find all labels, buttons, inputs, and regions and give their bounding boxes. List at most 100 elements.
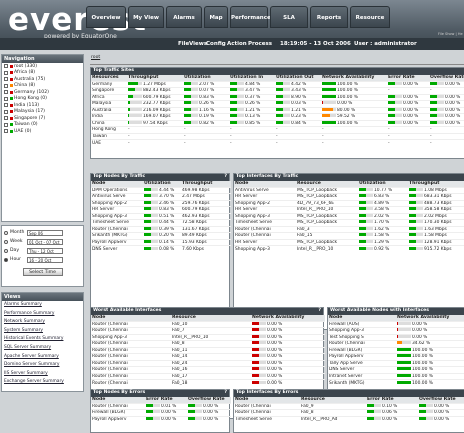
table-row[interactable]: Shopping App-3 Intel_R__PRO_10 0.92 % 915.7… (234, 245, 464, 252)
view-link[interactable]: Domino Server Summary (2, 361, 83, 370)
level-bar (388, 120, 402, 124)
menu-views[interactable]: Views (189, 41, 207, 47)
table-row[interactable]: India 169.07 Kbps 0.19 % 0.13 % 0.23 % 59.52 … (91, 113, 464, 120)
cell-value: Router (Chennai (92, 403, 128, 409)
view-link[interactable]: Alarms Summary (2, 301, 83, 310)
table-row[interactable]: China 97.54 Kbps 0.82 % 0.85 % 0.84 % 100.00 … (91, 119, 464, 127)
cell-value: 0.00 % (203, 403, 219, 409)
cell-value: Router (Chennai (92, 354, 128, 360)
view-link[interactable]: System Summary (2, 327, 83, 336)
help-icon[interactable]: ? (224, 174, 227, 181)
top-nodes-by-traffic-title: Top Nodes By Traffic (93, 174, 146, 179)
level-bar (276, 88, 290, 92)
view-link[interactable]: Performance Summary (2, 310, 83, 319)
view-link[interactable]: Apache Server Summary (2, 353, 83, 362)
select-time-button[interactable]: Select Time (22, 268, 63, 276)
cell-value: Router (Chennai (92, 380, 128, 386)
cell-value: 0.00 % (412, 334, 428, 340)
cell-value: Timesheet Serve (92, 220, 129, 226)
tab-overview[interactable]: Overview (86, 6, 126, 28)
cell-value: 216.09 Kbps (143, 107, 171, 113)
radio-button[interactable] (4, 257, 8, 262)
cell-value: 3.70 % (159, 194, 175, 200)
tab-resource[interactable]: Resource (350, 6, 390, 28)
help-icon[interactable]: ? (318, 308, 321, 315)
level-bar (276, 81, 290, 85)
checkbox-icon[interactable] (4, 122, 8, 127)
checkbox-icon[interactable] (4, 129, 8, 134)
tab-performance[interactable]: Performance (230, 6, 271, 28)
checkbox-icon[interactable] (4, 77, 8, 82)
cell-value: - (322, 133, 324, 139)
cell-value: MS_TCP_Loopback (297, 187, 338, 193)
view-link[interactable]: Exchange Server Summary (2, 378, 83, 387)
menu-process[interactable]: Process (248, 41, 272, 47)
table-row[interactable]: Firewall (BLGR) 0.00 % 0.00 % (91, 409, 231, 416)
checkbox-icon[interactable] (4, 103, 8, 108)
tab-sla[interactable]: SLA (270, 6, 308, 28)
cell-value: 0.00 % (403, 107, 419, 113)
table-row[interactable]: Germany 1.27 Mbps 2.07 % 4.84 % 4.42 % 100.00… (91, 80, 464, 88)
menu-config[interactable]: Config (206, 41, 226, 47)
menu-action[interactable]: Action (227, 41, 247, 47)
view-link[interactable]: Historical Events Summary (2, 335, 83, 344)
table-row[interactable]: Africa 600.79 Kbps 0.83 % 0.37 % 8.90 % 100.0… (91, 93, 464, 101)
tab-my-view[interactable]: My View (128, 6, 164, 28)
cell-value: Router (Chennai (92, 341, 128, 347)
level-bar (409, 220, 423, 224)
tab-reports[interactable]: Reports (310, 6, 348, 28)
level-bar (322, 101, 336, 105)
radio-button[interactable] (4, 230, 8, 235)
nav-item[interactable]: UAE (0) (2, 128, 83, 135)
checkbox-icon[interactable] (4, 116, 8, 121)
cell-value: Router (Chennai (235, 403, 271, 409)
level-bar (409, 213, 423, 217)
nav-item-label: Australia (75) (14, 76, 46, 82)
checkbox-icon[interactable] (4, 83, 8, 88)
radio-button[interactable] (4, 248, 8, 253)
checkbox-icon[interactable] (4, 70, 8, 75)
menu-file[interactable]: File (178, 41, 189, 47)
time-select[interactable]: Thu - 12 Oct (27, 247, 63, 254)
table-row[interactable]: Srikanth (MKTG) 100.00 % (328, 379, 464, 386)
time-select[interactable]: Sep 06 (27, 229, 63, 236)
table-row[interactable]: Australia 216.09 Kbps 1.16 % 1.21 % 1.21 % 80… (91, 106, 464, 114)
help-icon[interactable]: ? (224, 390, 227, 397)
table-row[interactable]: Malaysia 232.77 Kbps 0.26 % 0.26 % 0.03 % 0.0… (91, 100, 464, 107)
cell-value: India (92, 114, 103, 120)
checkbox-icon[interactable] (4, 96, 8, 101)
table-row[interactable]: DNS Server 0.08 % 7.60 Kbps (91, 245, 231, 252)
table-row[interactable]: Payroll AppServ 0.00 % 0.00 % (91, 415, 231, 423)
table-row[interactable]: Timesheet Serve Intel_R__PRO_Ad 0.00 % 0.00… (234, 415, 464, 423)
cell-value: 4.42 % (291, 81, 307, 87)
breadcrumb-root[interactable]: root (91, 55, 100, 60)
clock: 18:19:05 - 13 Oct 2006 (280, 41, 351, 47)
time-select[interactable]: 01 Oct - 07 Oct (27, 238, 63, 245)
nav-item-label: China (8) (14, 83, 36, 89)
display-options[interactable]: File Show | He (438, 32, 463, 36)
table-row[interactable]: Router (Chennai Fa0_18 0.00 % (91, 379, 325, 386)
cell-value: 131.67 Kbps (182, 226, 210, 232)
cell-value: - (230, 127, 232, 133)
view-link[interactable]: SQL Server Summary (2, 344, 83, 353)
time-select[interactable]: 16 - 20 Oct (27, 256, 63, 263)
cell-value: 0.00 % (445, 120, 461, 126)
level-bar (276, 107, 290, 111)
table-cell: 0.00 % (187, 415, 231, 423)
level-bar (388, 114, 402, 118)
checkbox-icon[interactable] (4, 90, 8, 95)
tab-map[interactable]: Map (204, 6, 228, 28)
top-nodes-by-errors-title: Top Nodes By Errors (93, 390, 146, 395)
status-square-icon (10, 123, 13, 127)
radio-button[interactable] (4, 239, 8, 244)
table-row[interactable]: Router (Chennai 0.01 % 0.00 % (91, 402, 231, 410)
checkbox-icon[interactable] (4, 64, 8, 69)
level-bar (128, 88, 142, 92)
view-link[interactable]: Network Summary (2, 318, 83, 327)
checkbox-icon[interactable] (4, 109, 8, 114)
cell-value: 0.82 % (199, 120, 215, 126)
tab-alarms[interactable]: Alarms (166, 6, 202, 28)
table-row[interactable]: UAE - - - - - - - (91, 139, 464, 146)
view-link[interactable]: IIS Server Summary (2, 370, 83, 379)
level-bar (397, 354, 411, 358)
